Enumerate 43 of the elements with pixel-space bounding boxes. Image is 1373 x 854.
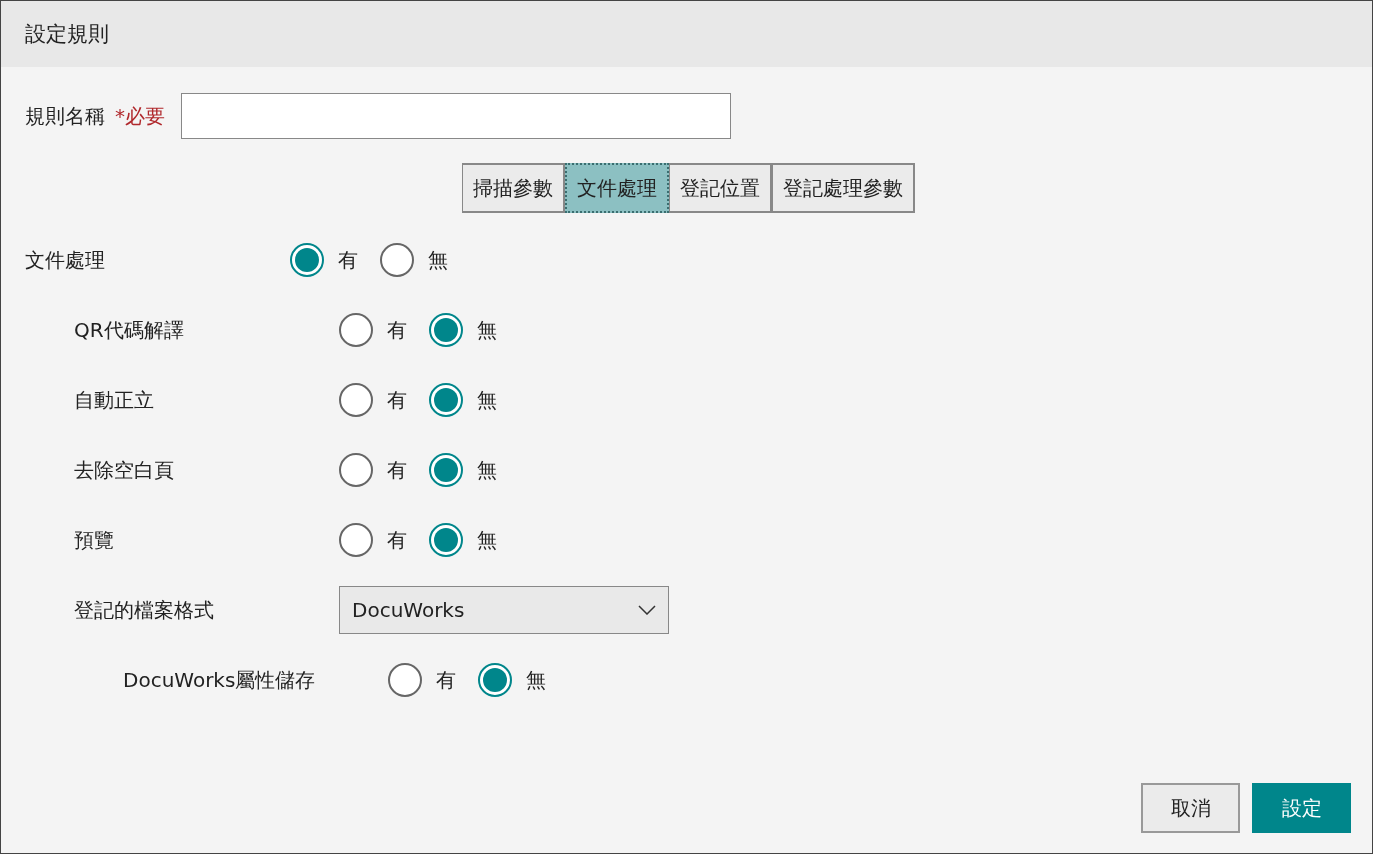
setting-label: 文件處理 bbox=[25, 246, 106, 274]
radio-button[interactable] bbox=[290, 243, 324, 277]
setting-label: 登記的檔案格式 bbox=[74, 596, 215, 624]
radio-label: 有 bbox=[387, 456, 407, 484]
tab[interactable]: 文件處理 bbox=[564, 163, 669, 213]
tab[interactable]: 掃描參數 bbox=[461, 163, 565, 213]
setting-label: 去除空白頁 bbox=[74, 456, 175, 484]
radio-label: 無 bbox=[428, 246, 448, 274]
radio-label: 無 bbox=[477, 526, 497, 554]
setting-label: 自動正立 bbox=[74, 386, 155, 414]
field-label: 規則名稱 bbox=[25, 102, 105, 130]
radio-label: 有 bbox=[436, 666, 456, 694]
radio-button[interactable] bbox=[429, 453, 463, 487]
dialog-title: 設定規則 bbox=[25, 21, 109, 48]
radio-button[interactable] bbox=[429, 383, 463, 417]
tab[interactable]: 登記位置 bbox=[668, 163, 772, 213]
radio-button[interactable] bbox=[478, 663, 512, 697]
radio-label: 無 bbox=[477, 456, 497, 484]
dialog-button[interactable]: 設定 bbox=[1252, 783, 1351, 833]
chevron-down-icon bbox=[638, 605, 656, 615]
radio-button[interactable] bbox=[380, 243, 414, 277]
radio-label: 有 bbox=[387, 386, 407, 414]
radio-button[interactable] bbox=[339, 383, 373, 417]
rule-name-input[interactable] bbox=[181, 93, 731, 139]
tab[interactable]: 登記處理參數 bbox=[771, 163, 915, 213]
radio-label: 無 bbox=[526, 666, 546, 694]
radio-button[interactable] bbox=[339, 313, 373, 347]
radio-label: 無 bbox=[477, 386, 497, 414]
radio-button[interactable] bbox=[429, 313, 463, 347]
dialog-button[interactable]: 取消 bbox=[1141, 783, 1240, 833]
radio-label: 有 bbox=[387, 526, 407, 554]
file-format-dropdown[interactable]: DocuWorks bbox=[339, 586, 669, 634]
required-mark: *必要 bbox=[115, 102, 165, 130]
radio-label: 有 bbox=[387, 316, 407, 344]
radio-label: 有 bbox=[338, 246, 358, 274]
radio-label: 無 bbox=[477, 316, 497, 344]
radio-button[interactable] bbox=[388, 663, 422, 697]
setting-label: QR代碼解譯 bbox=[74, 316, 185, 344]
setting-label: 預覽 bbox=[74, 526, 115, 554]
setting-label: DocuWorks屬性儲存 bbox=[123, 666, 317, 694]
radio-button[interactable] bbox=[339, 453, 373, 487]
radio-button[interactable] bbox=[429, 523, 463, 557]
radio-button[interactable] bbox=[339, 523, 373, 557]
